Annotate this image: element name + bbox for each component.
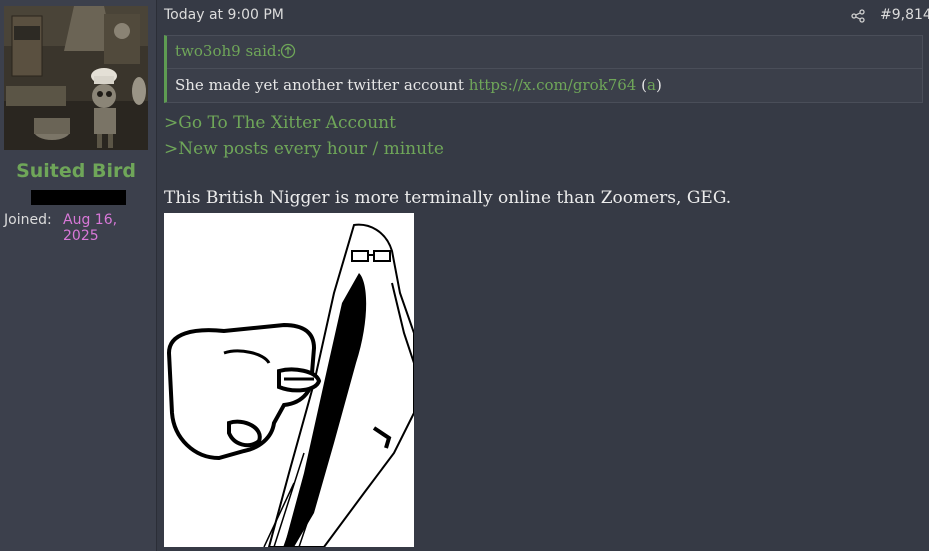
archive-link[interactable]: a <box>647 76 656 94</box>
share-icon[interactable] <box>851 8 867 24</box>
user-banner <box>31 190 126 205</box>
quote-author[interactable]: two3oh9 said: <box>175 42 282 60</box>
pointing-soyjak-image <box>164 213 415 548</box>
post-number-link[interactable]: #9,814 <box>880 7 929 23</box>
quote-paren-close: ) <box>655 76 662 94</box>
avatar[interactable] <box>4 6 148 150</box>
quote-link[interactable]: https://x.com/grok764 <box>469 76 637 94</box>
joined-date: Aug 16, 2025 <box>63 212 118 244</box>
post-date[interactable]: Today at 9:00 PM <box>164 7 284 23</box>
avatar-image <box>4 6 148 150</box>
quote-text: She made yet another twitter account htt… <box>175 76 662 94</box>
user-sidebar: Suited Bird Joined: Aug 16, 2025 <box>0 0 156 551</box>
quote-paren-open: ( <box>636 76 647 94</box>
quote-block: two3oh9 said: She made yet another twitt… <box>164 35 923 103</box>
joined-label: Joined: <box>4 212 52 228</box>
greentext-line: >Go To The Xitter Account <box>164 113 396 133</box>
post-image[interactable] <box>164 213 415 548</box>
quote-header: two3oh9 said: <box>167 36 922 69</box>
greentext-line: >New posts every hour / minute <box>164 139 444 159</box>
quote-text-before: She made yet another twitter account <box>175 76 469 94</box>
username[interactable]: Suited Bird <box>0 160 152 182</box>
sidebar-divider <box>156 0 157 551</box>
post-body-text: This British Nigger is more terminally o… <box>164 188 732 208</box>
arrow-up-circle-icon[interactable] <box>280 43 296 59</box>
